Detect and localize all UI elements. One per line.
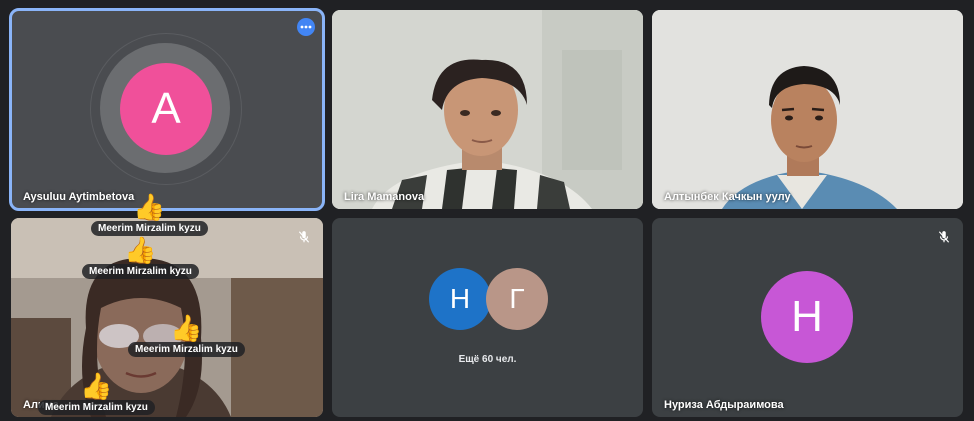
avatar: Н [761, 271, 853, 363]
participant-tile-nuriza[interactable]: Н Нуриза Абдыраимова [652, 218, 963, 417]
thumbs-up-icon: 👍 [80, 371, 113, 401]
participant-name: Нуриза Абдыраимова [664, 399, 784, 411]
more-options-icon[interactable] [297, 18, 315, 36]
reaction: 👍 Meerim Mirzalim kyzu [38, 372, 155, 415]
reaction: 👍 Meerim Mirzalim kyzu [128, 314, 245, 357]
mic-off-icon [935, 228, 953, 246]
participant-tile-altynbek[interactable]: Алтынбек Качкын уулу [652, 10, 963, 209]
reaction: 👍 Meerim Mirzalim kyzu [91, 193, 208, 236]
participant-tile-aysuluu[interactable]: A Aysuluu Aytimbetova [9, 8, 325, 211]
others-count-label: Ещё 60 чел. [458, 354, 517, 365]
reaction: 👍 Meerim Mirzalim kyzu [82, 236, 199, 279]
thumbs-up-icon: 👍 [170, 313, 203, 343]
reaction-sender: Meerim Mirzalim kyzu [128, 342, 245, 357]
video-feed [332, 10, 643, 209]
avatar: Г [486, 268, 548, 330]
participant-name: Алтынбек Качкын уулу [664, 191, 791, 203]
thumbs-up-icon: 👍 [124, 235, 157, 265]
reaction-sender: Meerim Mirzalim kyzu [82, 264, 199, 279]
reaction-sender: Meerim Mirzalim kyzu [91, 221, 208, 236]
thumbs-up-icon: 👍 [133, 192, 166, 222]
participant-name: Lira Mamanova [344, 191, 425, 203]
others-tile[interactable]: Н Г Ещё 60 чел. [332, 218, 643, 417]
participant-tile-lira[interactable]: Lira Mamanova [332, 10, 643, 209]
reaction-sender: Meerim Mirzalim kyzu [38, 400, 155, 415]
avatar: Н [429, 268, 491, 330]
avatar: A [120, 63, 212, 155]
video-feed [652, 10, 963, 209]
mic-off-icon [295, 228, 313, 246]
